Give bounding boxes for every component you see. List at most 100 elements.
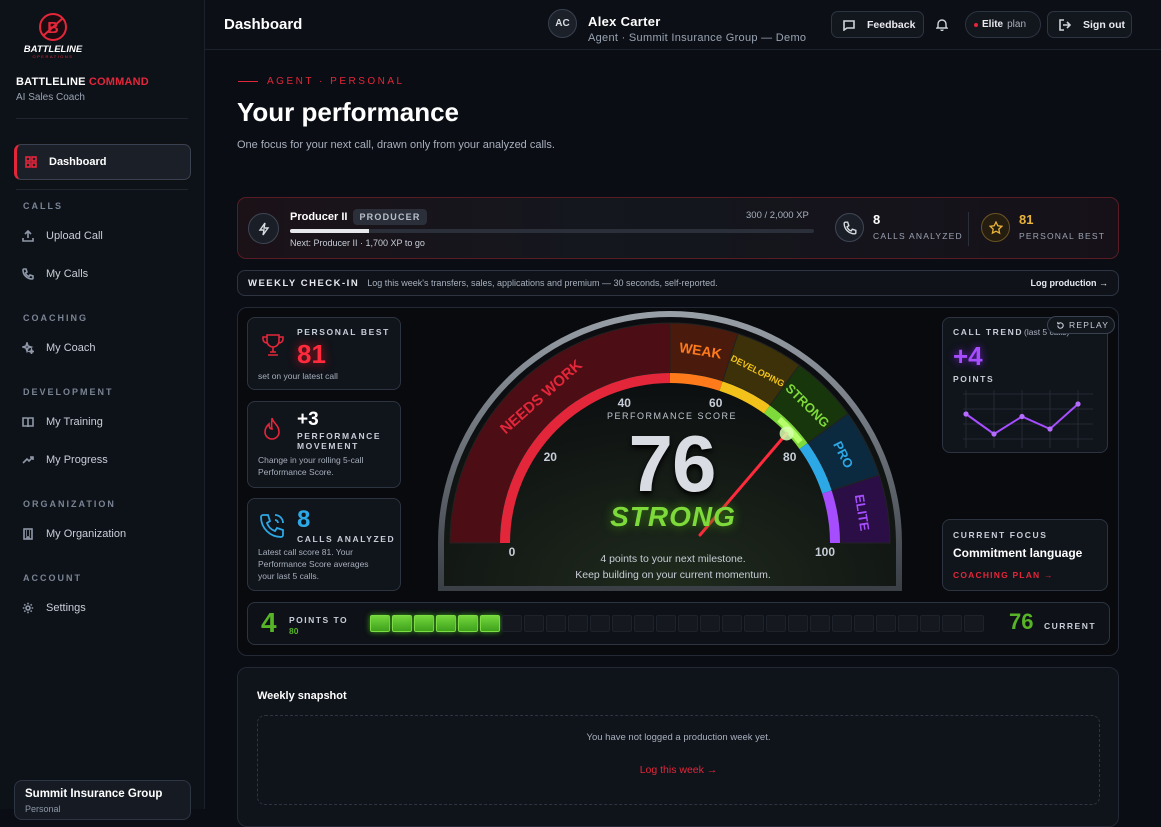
rank-tag: PRODUCER: [353, 209, 427, 225]
sidebar-item-settings[interactable]: Settings: [14, 590, 191, 626]
building-icon: [23, 528, 33, 540]
performance-score-value: 76: [628, 419, 717, 508]
user-name: Alex Carter: [588, 14, 661, 29]
sidebar-item-label: My Coach: [46, 342, 96, 354]
log-production-link[interactable]: Log production →: [1031, 278, 1108, 288]
milestone-segment: [766, 615, 786, 632]
bell-icon[interactable]: [935, 18, 949, 36]
brand-subtitle: AI Sales Coach: [16, 92, 85, 103]
call-trend-sparkline: [963, 390, 1093, 448]
milestone-segment: [590, 615, 610, 632]
topbar: Dashboard AC Alex Carter Agent · Summit …: [205, 0, 1161, 50]
sidebar-item-label: Upload Call: [46, 230, 103, 242]
sidebar-item-upload-call[interactable]: Upload Call: [14, 218, 191, 254]
battleline-logo[interactable]: B BATTLELINE OPERATIONS: [16, 12, 90, 60]
calls-analyzed-note-2: Performance Score averages: [258, 559, 369, 569]
calls-analyzed-label: CALLS ANALYZED: [297, 534, 396, 544]
milestone-segment: [480, 615, 500, 632]
milestone-segment: [392, 615, 412, 632]
milestone-segment: [678, 615, 698, 632]
milestone-segment: [854, 615, 874, 632]
current-focus-label: CURRENT FOCUS: [953, 530, 1048, 540]
call-trend-value: +4: [953, 341, 983, 371]
sidebar-item-label: Settings: [46, 602, 86, 614]
plan-badge[interactable]: Elite plan: [965, 11, 1041, 38]
points-to-value: 4: [261, 607, 277, 638]
rank-name: Producer II PRODUCER: [290, 209, 427, 225]
sidebar-item-my-organization[interactable]: My Organization: [14, 516, 191, 552]
phone-icon: [22, 268, 34, 280]
feedback-button[interactable]: Feedback: [831, 11, 924, 38]
trend-point: [1047, 426, 1053, 432]
nav-section-development: DEVELOPMENT: [23, 387, 114, 397]
upload-icon: [22, 230, 34, 242]
logo-subtext: OPERATIONS: [33, 54, 74, 59]
milestone-meter: 4 POINTS TO 80 76 CURRENT: [247, 602, 1110, 645]
coaching-plan-link[interactable]: COACHING PLAN →: [953, 570, 1054, 580]
divider: [16, 189, 188, 190]
milestone-segment: [656, 615, 676, 632]
nav-section-account: ACCOUNT: [23, 573, 82, 583]
trend-point: [1075, 401, 1081, 407]
current-focus-title: Commitment language: [953, 546, 1083, 560]
page-title: Dashboard: [224, 16, 303, 33]
performance-movement-label-1: PERFORMANCE: [297, 431, 382, 441]
logout-icon: [1059, 18, 1071, 31]
gear-icon: [22, 602, 34, 614]
sidebar-item-my-coach[interactable]: My Coach: [14, 330, 191, 366]
xp-progress-bar: [290, 229, 814, 233]
score-band: STRONG: [610, 501, 736, 532]
rank-progress-card: Producer II PRODUCER 300 / 2,000 XP Next…: [237, 197, 1119, 259]
weekly-checkin-bar[interactable]: WEEKLY CHECK-IN Log this week's transfer…: [237, 270, 1119, 296]
trophy-icon: [260, 332, 286, 363]
page-heading: Your performance: [237, 97, 460, 127]
divider: [16, 118, 188, 119]
sidebar-item-my-calls[interactable]: My Calls: [14, 256, 191, 292]
xp-progress-fill: [290, 229, 369, 233]
trend-point: [1019, 413, 1025, 420]
sidebar-item-dashboard[interactable]: Dashboard: [14, 144, 191, 180]
current-focus-card: CURRENT FOCUS Commitment language COACHI…: [942, 519, 1108, 591]
calls-analyzed-value: 8: [873, 212, 881, 227]
personal-best-value: 81: [1019, 212, 1034, 227]
flame-icon: [260, 416, 284, 447]
log-this-week-link[interactable]: Log this week →: [258, 764, 1099, 776]
nav-section-calls: CALLS: [23, 201, 63, 211]
sidebar: B BATTLELINE OPERATIONS BATTLELINE COMMA…: [0, 0, 205, 820]
page-lead: One focus for your next call, drawn only…: [237, 139, 555, 151]
milestone-segment: [436, 615, 456, 632]
gauge-tick-label: 100: [815, 545, 835, 559]
nav-section-organization: ORGANIZATION: [23, 499, 116, 509]
milestone-segment: [942, 615, 962, 632]
trending-up-icon: [22, 456, 34, 464]
bolt-icon: [248, 213, 279, 244]
weekly-snapshot-card: Weekly snapshot You have not logged a pr…: [237, 667, 1119, 827]
sign-out-button[interactable]: Sign out: [1047, 11, 1132, 38]
org-switcher[interactable]: Summit Insurance Group Personal: [14, 780, 191, 820]
replay-button[interactable]: REPLAY: [1047, 316, 1115, 334]
personal-best-card: PERSONAL BEST 81 set on your latest call: [247, 317, 401, 390]
rank-label: Producer II: [290, 211, 348, 223]
milestone-segment: [502, 615, 522, 632]
call-trend-unit: POINTS: [953, 374, 995, 384]
milestone-message: 4 points to your next milestone.: [600, 553, 746, 565]
sidebar-item-my-progress[interactable]: My Progress: [14, 442, 191, 478]
gauge-tick-label: 40: [618, 396, 632, 410]
sidebar-item-label: My Training: [46, 416, 103, 428]
sparkles-icon: [22, 342, 34, 354]
gauge-tick-label: 80: [783, 450, 797, 464]
avatar[interactable]: AC: [548, 9, 577, 38]
gauge-needle-tip: [779, 426, 794, 441]
trend-point: [963, 411, 969, 417]
phone-call-icon: [258, 512, 286, 545]
milestone-segment: [414, 615, 434, 632]
sidebar-item-label: My Calls: [46, 268, 89, 280]
sidebar-item-my-training[interactable]: My Training: [14, 404, 191, 440]
calls-analyzed-value: 8: [297, 506, 311, 533]
trend-point: [991, 431, 997, 437]
calls-analyzed-label: CALLS ANALYZED: [873, 231, 963, 241]
performance-movement-card: +3 PERFORMANCE MOVEMENT Change in your r…: [247, 401, 401, 488]
status-dot: [974, 22, 978, 27]
feedback-label: Feedback: [867, 18, 916, 31]
call-trend-label: CALL TREND: [953, 327, 1024, 337]
